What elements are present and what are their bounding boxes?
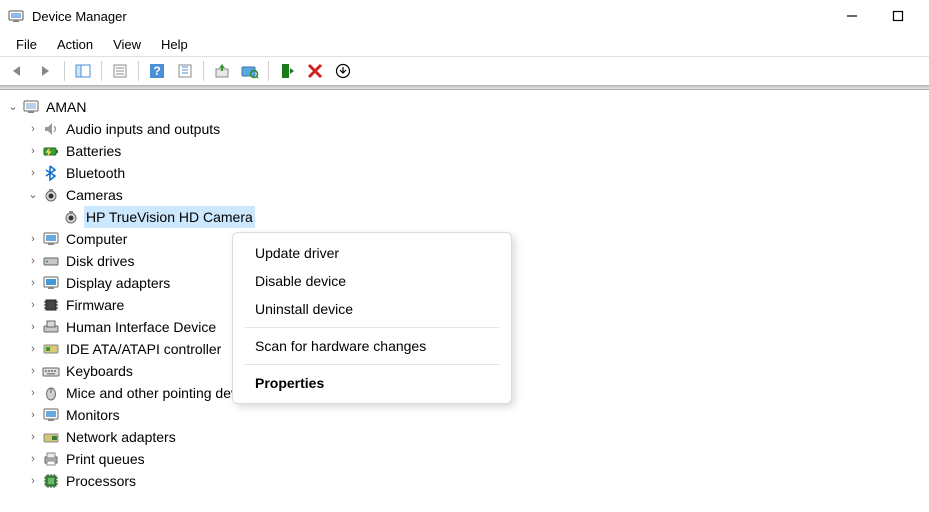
enable-device-button[interactable]	[274, 59, 300, 83]
device-label: HP TrueVision HD Camera	[84, 206, 255, 228]
cpu-icon	[42, 472, 60, 490]
monitor-icon	[42, 230, 60, 248]
chevron-down-icon[interactable]: ⌄	[6, 96, 20, 118]
chevron-down-icon[interactable]: ⌄	[26, 184, 40, 206]
chevron-right-icon[interactable]: ›	[26, 250, 40, 272]
chevron-right-icon[interactable]: ›	[26, 448, 40, 470]
category-label: Cameras	[64, 184, 125, 206]
menu-file[interactable]: File	[6, 35, 47, 54]
show-hide-console-tree-button[interactable]	[70, 59, 96, 83]
root-label: AMAN	[44, 96, 88, 118]
disable-device-button[interactable]	[330, 59, 356, 83]
speaker-icon	[42, 120, 60, 138]
category-label: Monitors	[64, 404, 122, 426]
ctx-disable-device[interactable]: Disable device	[233, 267, 511, 295]
chevron-right-icon[interactable]: ›	[26, 404, 40, 426]
monitor-icon	[42, 406, 60, 424]
chevron-right-icon[interactable]: ›	[26, 338, 40, 360]
update-driver-button[interactable]	[209, 59, 235, 83]
titlebar: Device Manager	[0, 0, 929, 32]
tree-category-processors[interactable]: › Processors	[6, 470, 923, 492]
ctx-properties[interactable]: Properties	[233, 369, 511, 397]
chevron-right-icon[interactable]: ›	[26, 382, 40, 404]
computer-icon	[22, 98, 40, 116]
chevron-right-icon[interactable]: ›	[26, 294, 40, 316]
menubar: File Action View Help	[0, 32, 929, 56]
ctx-scan-hardware[interactable]: Scan for hardware changes	[233, 332, 511, 360]
chip-icon	[42, 296, 60, 314]
chevron-right-icon[interactable]: ›	[26, 162, 40, 184]
tree-category-batteries[interactable]: › Batteries	[6, 140, 923, 162]
ctx-separator	[245, 364, 499, 365]
category-label: Computer	[64, 228, 129, 250]
minimize-button[interactable]	[829, 0, 875, 32]
tree-category-monitors[interactable]: › Monitors	[6, 404, 923, 426]
ctx-uninstall-device[interactable]: Uninstall device	[233, 295, 511, 323]
category-label: Network adapters	[64, 426, 178, 448]
display-adapter-icon	[42, 274, 60, 292]
camera-icon	[62, 208, 80, 226]
printer-icon	[42, 450, 60, 468]
tree-category-bluetooth[interactable]: › Bluetooth	[6, 162, 923, 184]
tree-device-hp-camera[interactable]: HP TrueVision HD Camera	[6, 206, 923, 228]
scan-hardware-button[interactable]	[237, 59, 263, 83]
toolbar: ?	[0, 56, 929, 86]
help-button[interactable]: ?	[144, 59, 170, 83]
uninstall-device-button[interactable]	[302, 59, 328, 83]
chevron-right-icon[interactable]: ›	[26, 470, 40, 492]
camera-icon	[42, 186, 60, 204]
device-manager-icon	[8, 8, 24, 24]
menu-action[interactable]: Action	[47, 35, 103, 54]
category-label: Batteries	[64, 140, 123, 162]
battery-icon	[42, 142, 60, 160]
category-label: Processors	[64, 470, 138, 492]
window-title: Device Manager	[32, 9, 127, 24]
chevron-right-icon[interactable]: ›	[26, 316, 40, 338]
maximize-button[interactable]	[875, 0, 921, 32]
category-label: Print queues	[64, 448, 147, 470]
ide-icon	[42, 340, 60, 358]
category-label: Bluetooth	[64, 162, 127, 184]
chevron-right-icon[interactable]: ›	[26, 426, 40, 448]
keyboard-icon	[42, 362, 60, 380]
tree-root[interactable]: ⌄ AMAN	[6, 96, 923, 118]
mouse-icon	[42, 384, 60, 402]
menu-help[interactable]: Help	[151, 35, 198, 54]
svg-text:?: ?	[153, 64, 160, 78]
category-label: Firmware	[64, 294, 126, 316]
context-menu: Update driver Disable device Uninstall d…	[232, 232, 512, 404]
tree-category-cameras[interactable]: ⌄ Cameras	[6, 184, 923, 206]
bluetooth-icon	[42, 164, 60, 182]
category-label: Display adapters	[64, 272, 172, 294]
disk-icon	[42, 252, 60, 270]
category-label: Keyboards	[64, 360, 135, 382]
ctx-separator	[245, 327, 499, 328]
action-button[interactable]	[172, 59, 198, 83]
category-label: Human Interface Device	[64, 316, 218, 338]
menu-view[interactable]: View	[103, 35, 151, 54]
tree-category-audio[interactable]: › Audio inputs and outputs	[6, 118, 923, 140]
hid-icon	[42, 318, 60, 336]
category-label: IDE ATA/ATAPI controller	[64, 338, 223, 360]
chevron-right-icon[interactable]: ›	[26, 228, 40, 250]
tree-category-print[interactable]: › Print queues	[6, 448, 923, 470]
chevron-right-icon[interactable]: ›	[26, 360, 40, 382]
forward-button[interactable]	[33, 59, 59, 83]
tree-category-network[interactable]: › Network adapters	[6, 426, 923, 448]
chevron-right-icon[interactable]: ›	[26, 272, 40, 294]
ctx-update-driver[interactable]: Update driver	[233, 239, 511, 267]
back-button[interactable]	[5, 59, 31, 83]
chevron-right-icon[interactable]: ›	[26, 118, 40, 140]
properties-button[interactable]	[107, 59, 133, 83]
category-label: Disk drives	[64, 250, 136, 272]
chevron-right-icon[interactable]: ›	[26, 140, 40, 162]
network-icon	[42, 428, 60, 446]
category-label: Audio inputs and outputs	[64, 118, 222, 140]
